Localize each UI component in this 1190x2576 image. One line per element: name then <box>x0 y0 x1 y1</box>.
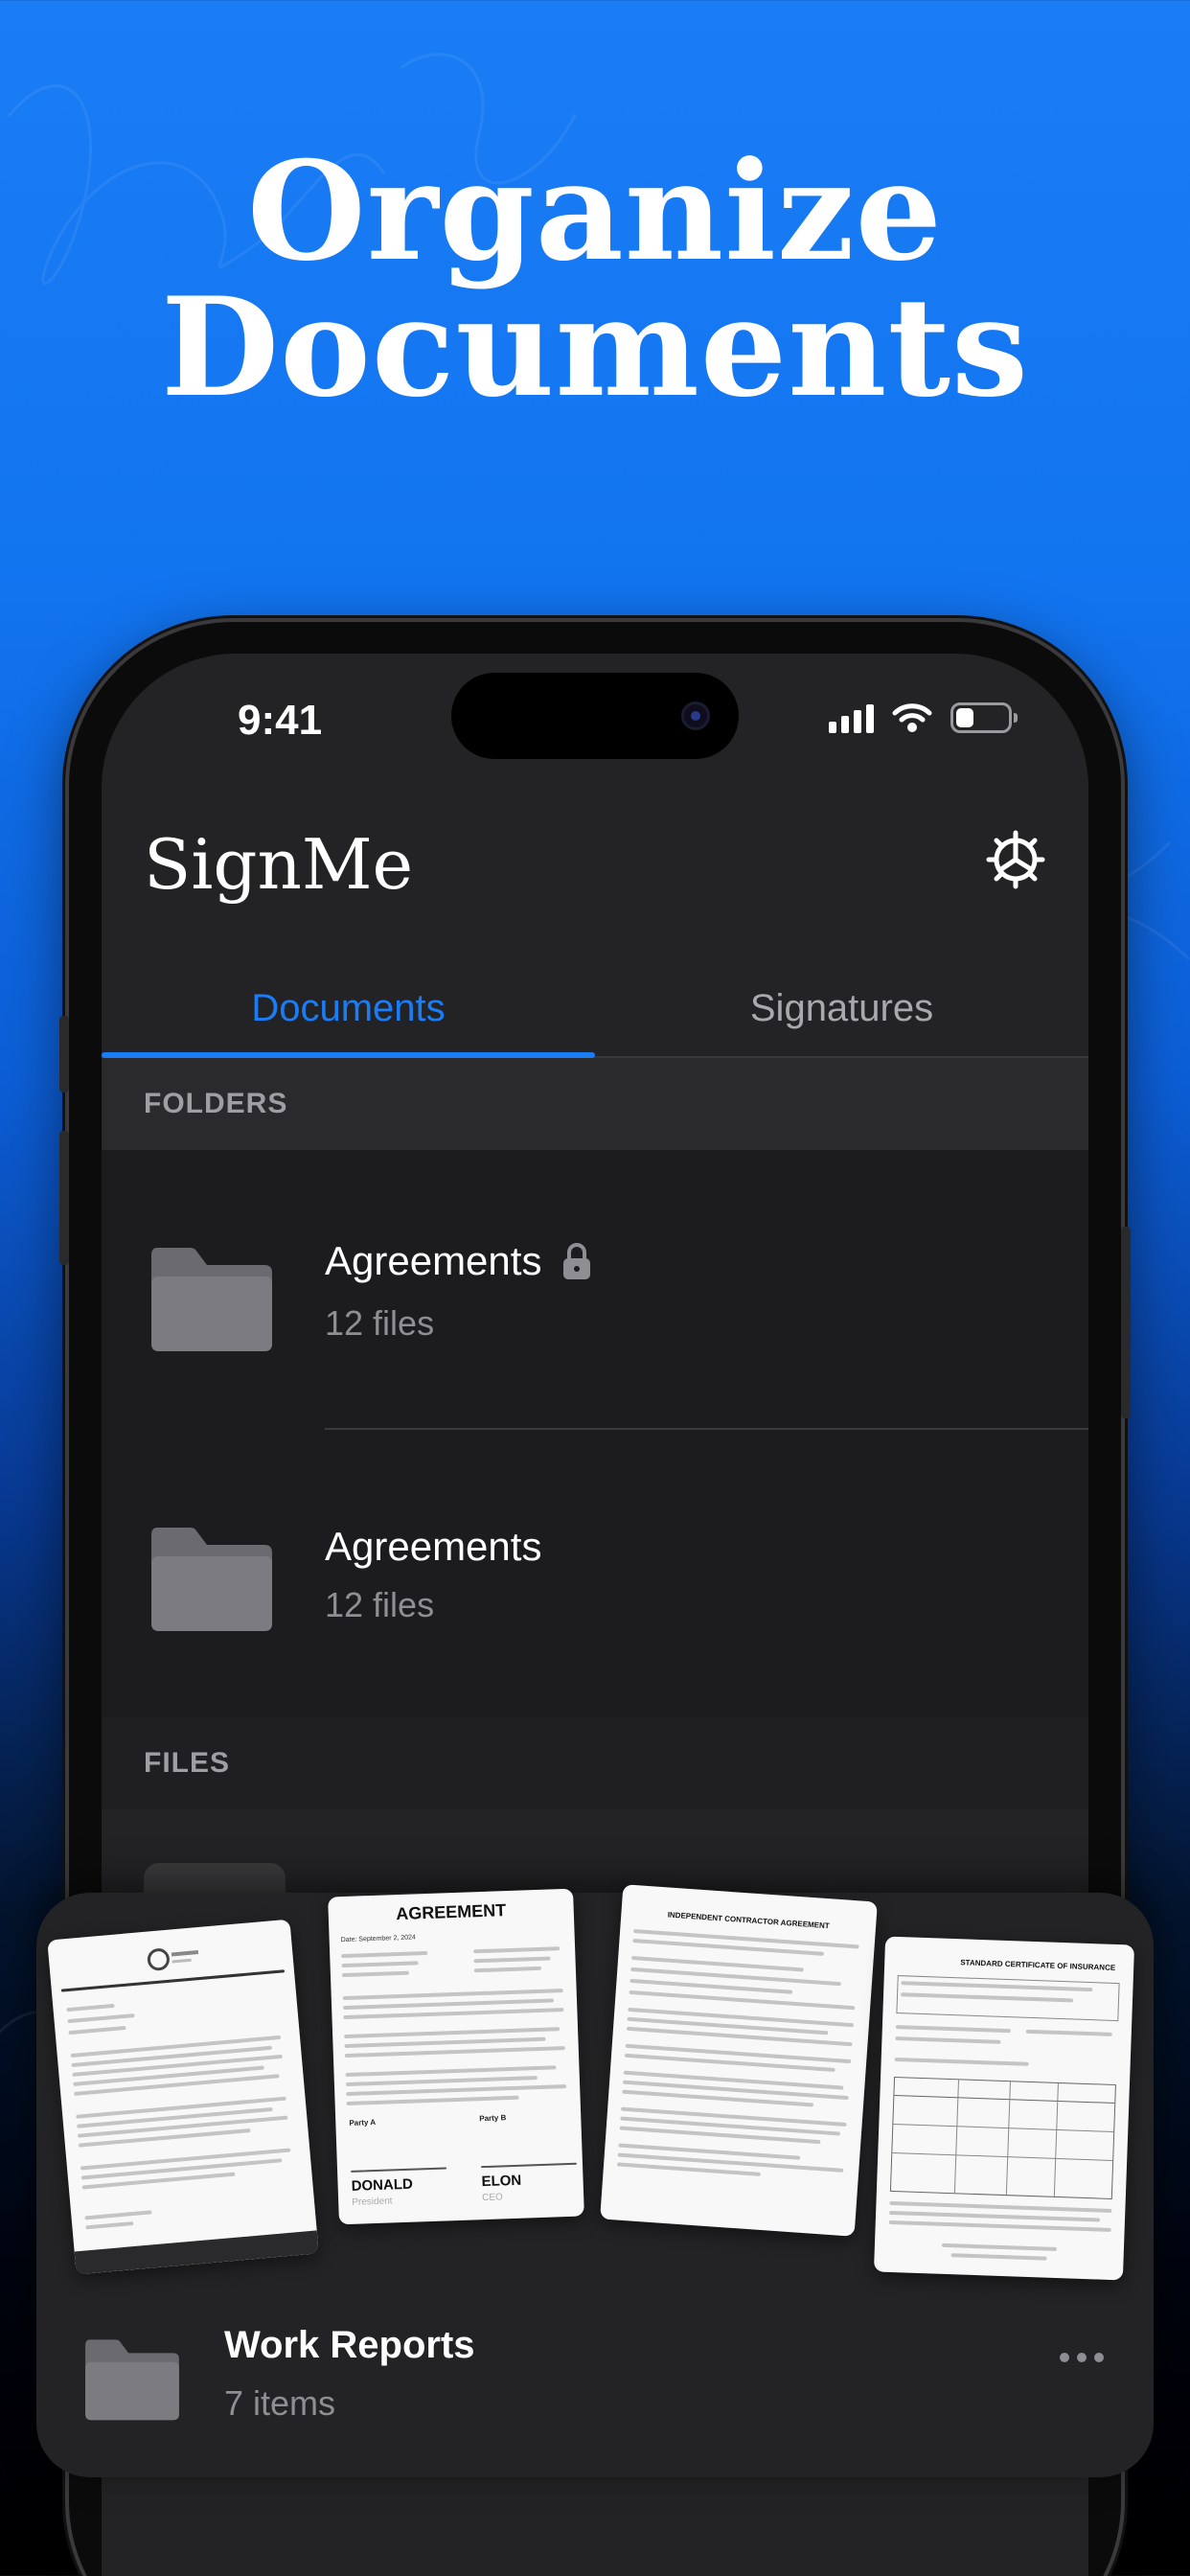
agreement-signer-b-role: CEO <box>481 2192 504 2204</box>
folder-row[interactable]: Agreements 12 files <box>102 1432 1088 1717</box>
headline-line-2: Documents <box>161 268 1029 427</box>
document-preview-letter <box>47 1919 319 2275</box>
more-icon[interactable] <box>1060 2353 1104 2366</box>
gear-icon[interactable] <box>985 829 1046 890</box>
folder-file-count: 12 files <box>325 1303 435 1343</box>
agreement-signer-a: DONALD <box>351 2175 414 2195</box>
status-icons <box>829 702 1018 734</box>
dynamic-island <box>451 673 739 759</box>
folder-name-row: Agreements <box>325 1238 593 1284</box>
folder-icon <box>151 1528 272 1631</box>
agreement-date: Date: September 2, 2024 <box>340 1934 416 1944</box>
app-title: SignMe <box>144 824 414 905</box>
agreement-party-b-label: Party B <box>479 2113 507 2124</box>
camera-icon <box>681 702 710 730</box>
phone-side-button <box>59 1131 69 1265</box>
work-reports-card[interactable]: AGREEMENT Date: September 2, 2024 Party … <box>36 1884 1154 2477</box>
row-divider <box>325 1428 1088 1430</box>
wifi-icon <box>892 703 932 732</box>
folder-name: Agreements <box>325 1524 542 1569</box>
lock-icon <box>563 1243 591 1279</box>
folder-name-row: Agreements <box>325 1524 541 1570</box>
battery-level <box>956 708 973 727</box>
folder-name: Agreements <box>325 1238 542 1283</box>
folder-row[interactable]: Agreements 12 files <box>102 1150 1088 1436</box>
folder-file-count: 12 files <box>325 1585 435 1624</box>
section-header-folders: FOLDERS <box>102 1058 1088 1150</box>
phone-side-button <box>59 1016 69 1092</box>
headline-line-1: Organize <box>247 132 943 291</box>
status-time: 9:41 <box>238 697 323 744</box>
agreement-party-a-label: Party A <box>349 2117 377 2128</box>
insurance-title: STANDARD CERTIFICATE OF INSURANCE <box>960 1958 1116 1972</box>
document-preview-agreement: AGREEMENT Date: September 2, 2024 Party … <box>328 1888 584 2225</box>
card-item-count: 7 items <box>224 2383 336 2423</box>
agreement-title: AGREEMENT <box>395 1900 507 1924</box>
tab-bar: Documents Signatures <box>102 960 1088 1058</box>
folder-icon <box>85 2339 179 2421</box>
contractor-title: INDEPENDENT CONTRACTOR AGREEMENT <box>667 1910 830 1931</box>
headline: Organize Documents <box>0 144 1190 416</box>
agreement-signer-b: ELON <box>481 2172 522 2191</box>
tab-signatures[interactable]: Signatures <box>595 960 1088 1056</box>
section-header-files: FILES <box>102 1717 1088 1809</box>
agreement-signer-a-role: President <box>352 2196 393 2208</box>
card-title: Work Reports <box>224 2324 475 2366</box>
tab-documents[interactable]: Documents <box>102 960 595 1056</box>
folder-icon <box>151 1248 272 1351</box>
document-preview-contractor: INDEPENDENT CONTRACTOR AGREEMENT <box>600 1884 878 2237</box>
document-preview-insurance: STANDARD CERTIFICATE OF INSURANCE <box>873 1936 1135 2281</box>
phone-side-button <box>1121 1227 1131 1418</box>
signal-icon <box>829 702 874 733</box>
company-logo-icon <box>147 1948 199 1971</box>
battery-icon <box>950 702 1018 733</box>
